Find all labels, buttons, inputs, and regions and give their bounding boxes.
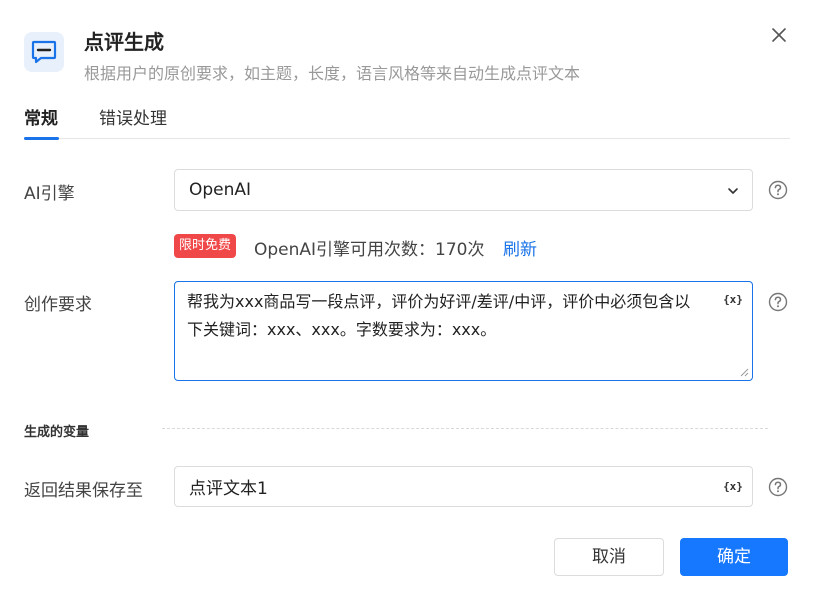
dialog-title: 点评生成 [84, 30, 164, 54]
variable-insert-icon[interactable]: {x} [721, 478, 745, 496]
confirm-button[interactable]: 确定 [680, 538, 788, 576]
engine-label: AI引擎 [24, 184, 75, 204]
cancel-button[interactable]: 取消 [554, 538, 664, 576]
prompt-label: 创作要求 [24, 295, 92, 315]
tab-general[interactable]: 常规 [24, 104, 59, 140]
section-divider [162, 428, 768, 429]
prompt-textarea[interactable]: 帮我为xxx商品写一段点评，评价为好评/差评/中评，评价中必须包含以下关键词：x… [174, 281, 753, 381]
engine-select-value: OpenAI [189, 180, 252, 200]
output-label: 返回结果保存至 [24, 481, 143, 501]
tab-error-handling[interactable]: 错误处理 [99, 104, 167, 139]
section-title: 生成的变量 [24, 425, 90, 440]
refresh-link[interactable]: 刷新 [503, 235, 537, 260]
close-icon[interactable] [768, 24, 790, 46]
free-badge: 限时免费 [174, 234, 237, 258]
help-icon[interactable] [768, 477, 788, 497]
help-icon[interactable] [768, 292, 788, 312]
chevron-down-icon [728, 188, 738, 194]
resize-handle-icon[interactable] [739, 367, 749, 377]
variable-insert-icon[interactable]: {x} [721, 291, 745, 309]
help-icon[interactable] [768, 180, 788, 200]
tab-bar: 常规 错误处理 [24, 104, 790, 140]
output-variable-input[interactable] [174, 466, 753, 507]
engine-select[interactable]: OpenAI [174, 169, 753, 211]
quota-text: OpenAI引擎可用次数：170次 [254, 240, 485, 260]
dialog-subtitle: 根据用户的原创要求，如主题，长度，语言风格等来自动生成点评文本 [84, 64, 581, 83]
comment-icon [24, 32, 64, 72]
